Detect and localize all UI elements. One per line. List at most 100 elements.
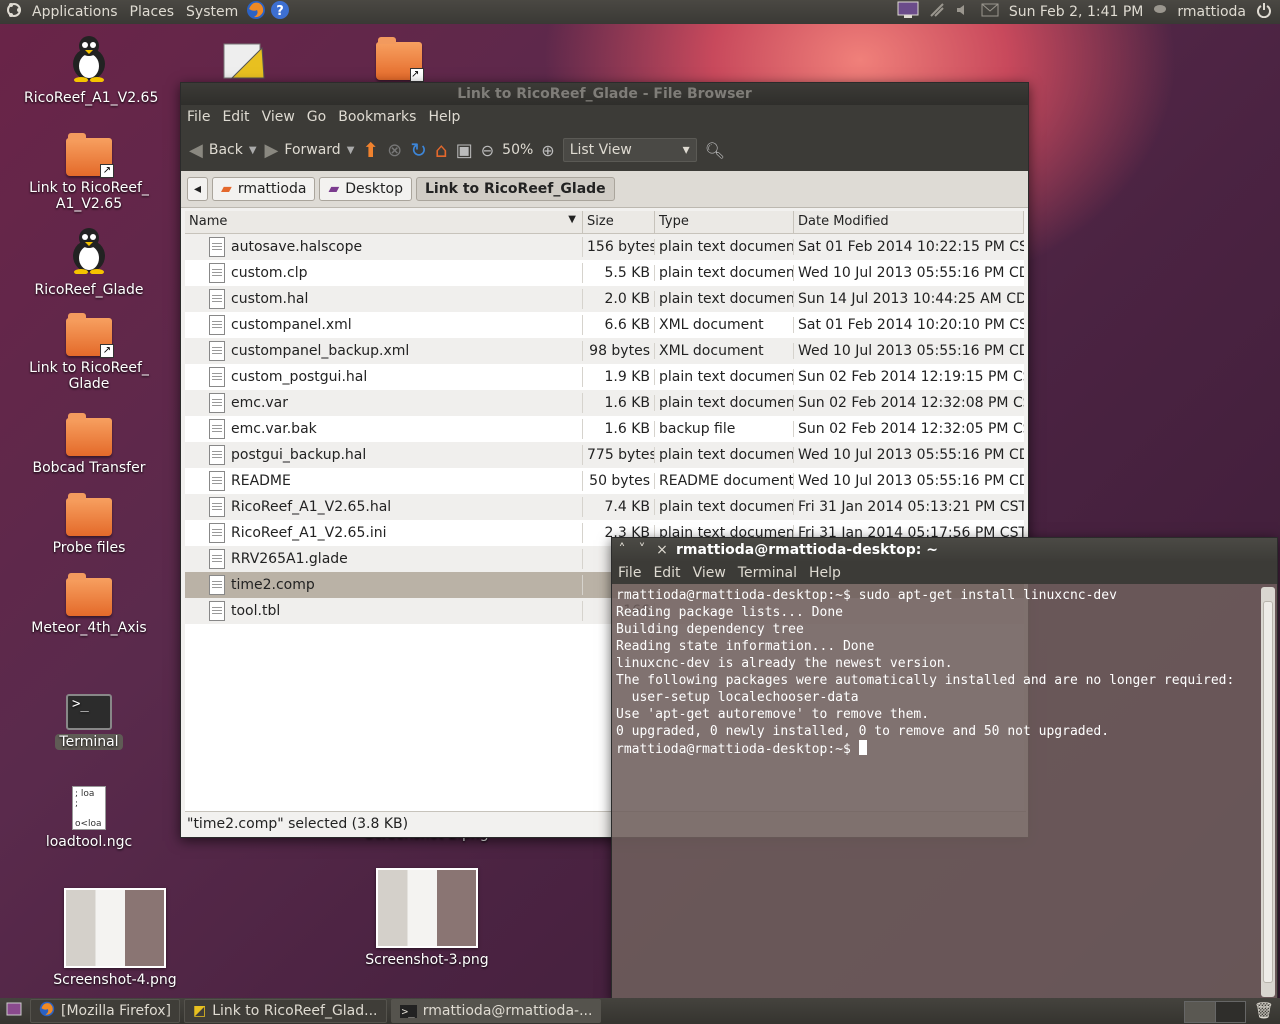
places-menu[interactable]: Places xyxy=(124,4,181,20)
path-left-arrow[interactable]: ◂ xyxy=(187,177,209,201)
workspace-switcher[interactable] xyxy=(1184,1001,1246,1023)
table-row[interactable]: emc.var.bak 1.6 KB backup file Sun 02 Feb 2… xyxy=(185,416,1024,442)
power-icon[interactable] xyxy=(1256,2,1272,22)
firefox-icon[interactable] xyxy=(244,0,268,24)
menu-view[interactable]: View xyxy=(256,109,301,125)
stop-icon[interactable]: ⊗ xyxy=(387,140,402,161)
desktop-icon-folder-partial[interactable]: ↗ xyxy=(376,37,424,84)
home-icon[interactable]: ⌂ xyxy=(435,138,448,162)
table-row[interactable]: postgui_backup.hal 775 bytes plain text do… xyxy=(185,442,1024,468)
menu-edit[interactable]: Edit xyxy=(647,565,686,581)
desktop-icon-loadtool[interactable]: ; loa; o<loa loadtool.ngc xyxy=(24,786,154,850)
menu-bookmarks[interactable]: Bookmarks xyxy=(332,109,422,125)
taskbar-firefox[interactable]: [Mozilla Firefox] xyxy=(30,999,180,1023)
table-row[interactable]: custompanel_backup.xml 98 bytes XML docume… xyxy=(185,338,1024,364)
minimize-icon[interactable]: ˄ xyxy=(612,538,632,562)
menu-file[interactable]: File xyxy=(181,109,216,125)
desktop-icon-terminal[interactable]: >_ Terminal xyxy=(24,694,154,750)
zoom-out-icon[interactable]: ⊖ xyxy=(481,141,494,160)
menu-edit[interactable]: Edit xyxy=(216,109,255,125)
desktop-icon-label: Screenshot-4.png xyxy=(53,972,177,988)
maximize-icon[interactable]: ˅ xyxy=(632,538,652,562)
desktop-icon-glade-partial[interactable] xyxy=(222,42,266,86)
menu-file[interactable]: File xyxy=(612,565,647,581)
desktop-icon-ricoreef-glade[interactable]: RicoReef_Glade xyxy=(24,226,154,298)
file-date-cell: Sun 02 Feb 2014 12:32:08 PM CST xyxy=(798,395,1024,411)
terminal-menubar: File Edit View Terminal Help xyxy=(612,562,1277,584)
volume-icon[interactable] xyxy=(955,2,971,22)
chevron-down-icon[interactable]: ▼ xyxy=(347,145,355,156)
table-row[interactable]: custompanel.xml 6.6 KB XML document Sat 01 … xyxy=(185,312,1024,338)
file-browser-titlebar[interactable]: Link to RicoReef_Glade - File Browser xyxy=(181,83,1028,105)
file-name: time2.comp xyxy=(231,577,315,593)
table-row[interactable]: emc.var 1.6 KB plain text document Sun 02 F… xyxy=(185,390,1024,416)
desktop-icon-probe-files[interactable]: Probe files xyxy=(24,493,154,556)
forward-button[interactable]: ▶ Forward ▼ xyxy=(265,140,355,161)
table-row[interactable]: custom.clp 5.5 KB plain text document Wed 1… xyxy=(185,260,1024,286)
mail-icon[interactable] xyxy=(981,3,999,21)
reload-icon[interactable]: ↻ xyxy=(410,138,427,162)
display-icon[interactable] xyxy=(897,1,919,23)
desktop-icon-ricoreef-a1[interactable]: RicoReef_A1_V2.65 xyxy=(24,34,158,106)
system-menu[interactable]: System xyxy=(180,4,244,20)
back-label: Back xyxy=(208,142,243,158)
file-name-cell: postgui_backup.hal xyxy=(185,445,583,465)
terminal-line-text: 0 upgraded, 0 newly installed, 0 to remo… xyxy=(616,724,1110,739)
table-row[interactable]: README 50 bytes README document Wed 10 Jul … xyxy=(185,468,1024,494)
applications-menu[interactable]: Applications xyxy=(26,4,124,20)
menu-help[interactable]: Help xyxy=(803,565,847,581)
menu-help[interactable]: Help xyxy=(422,109,466,125)
table-row[interactable]: autosave.halscope 156 bytes plain text doc… xyxy=(185,234,1024,260)
menu-go[interactable]: Go xyxy=(301,109,332,125)
zoom-in-icon[interactable]: ⊕ xyxy=(541,141,554,160)
search-icon[interactable]: 🔍︎ xyxy=(705,141,725,160)
desktop-icon-label: RicoReef_Glade xyxy=(34,282,144,298)
terminal-output[interactable]: rmattioda@rmattioda-desktop:~$ sudo apt-… xyxy=(616,587,1256,992)
terminal-titlebar[interactable]: ˄ ˅ × rmattioda@rmattioda-desktop: ~ xyxy=(612,538,1277,562)
column-date[interactable]: Date Modified xyxy=(794,211,1024,233)
link-arrow-icon: ↗ xyxy=(100,344,114,358)
help-icon[interactable]: ? xyxy=(268,0,292,24)
forward-arrow-icon: ▶ xyxy=(264,139,279,161)
menu-terminal[interactable]: Terminal xyxy=(732,565,803,581)
close-icon[interactable]: × xyxy=(652,538,672,562)
computer-icon[interactable]: ▣ xyxy=(456,140,473,161)
breadcrumb-current[interactable]: Link to RicoReef_Glade xyxy=(415,177,615,201)
clock[interactable]: Sun Feb 2, 1:41 PM xyxy=(1009,4,1144,20)
trash-icon[interactable]: 🗑︎ xyxy=(1254,1001,1274,1020)
ubuntu-logo-icon[interactable] xyxy=(0,2,26,22)
table-row[interactable]: custom_postgui.hal 1.9 KB plain text docum… xyxy=(185,364,1024,390)
table-row[interactable]: custom.hal 2.0 KB plain text document Sun 1… xyxy=(185,286,1024,312)
terminal-scrollbar[interactable] xyxy=(1261,587,1275,997)
show-desktop-icon[interactable] xyxy=(0,1002,30,1020)
desktop-icon-meteor-4th-axis[interactable]: Meteor_4th_Axis xyxy=(24,573,154,636)
text-file-icon xyxy=(209,237,225,257)
user-menu[interactable]: rmattioda xyxy=(1177,4,1246,20)
taskbar-terminal[interactable]: >_ rmattioda@rmattioda-... xyxy=(390,999,602,1023)
chevron-down-icon: ▾ xyxy=(682,142,690,158)
desktop-icon-link-ricoreef-glade[interactable]: ↗ Link to RicoReef_ Glade xyxy=(24,313,154,392)
network-icon[interactable] xyxy=(929,2,945,22)
terminal-line: The following packages were automaticall… xyxy=(616,672,1256,689)
column-type[interactable]: Type xyxy=(655,211,794,233)
scrollbar-thumb[interactable] xyxy=(1263,601,1273,983)
desktop-icon-link-ricoreef-a1[interactable]: ↗ Link to RicoReef_ A1_V2.65 xyxy=(24,133,154,212)
up-arrow-icon[interactable]: ⬆ xyxy=(362,138,379,162)
breadcrumb-home[interactable]: ▰ rmattioda xyxy=(212,177,316,201)
column-size[interactable]: Size xyxy=(583,211,655,233)
chevron-down-icon[interactable]: ▼ xyxy=(249,145,257,156)
workspace-1[interactable] xyxy=(1185,1002,1216,1022)
column-name[interactable]: Name ▼ xyxy=(185,211,583,233)
desktop-icon-bobcad-transfer[interactable]: Bobcad Transfer xyxy=(24,413,154,476)
file-name: RicoReef_A1_V2.65.hal xyxy=(231,499,392,515)
breadcrumb-desktop[interactable]: ▰ Desktop xyxy=(319,177,412,201)
view-mode-select[interactable]: List View ▾ xyxy=(562,138,697,162)
desktop-icon-screenshot-3[interactable]: Screenshot-3.png xyxy=(357,868,497,968)
menu-view[interactable]: View xyxy=(687,565,732,581)
taskbar-file-browser[interactable]: ◩ Link to RicoReef_Glad... xyxy=(183,999,387,1023)
back-button[interactable]: ◀ Back ▼ xyxy=(189,140,257,161)
desktop-icon-screenshot-4[interactable]: Screenshot-4.png xyxy=(45,888,185,988)
workspace-2[interactable] xyxy=(1216,1002,1246,1022)
chat-icon[interactable] xyxy=(1153,3,1167,21)
table-row[interactable]: RicoReef_A1_V2.65.hal 7.4 KB plain text do… xyxy=(185,494,1024,520)
